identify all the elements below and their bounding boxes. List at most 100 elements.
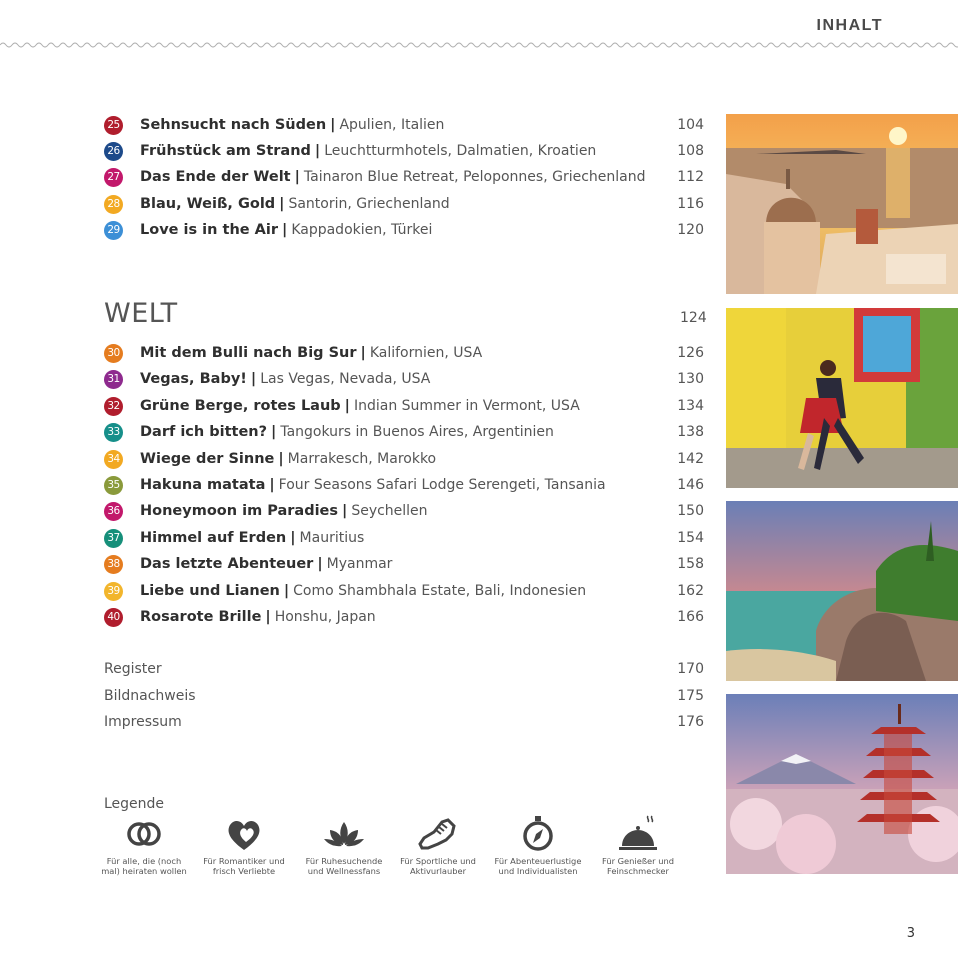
toc-entry[interactable]: 32 Grüne Berge, rotes Laub | Indian Summer …	[104, 395, 704, 417]
toc-entry[interactable]: 27 Das Ende der Welt | Tainaron Blue Retrea…	[104, 166, 704, 188]
lotus-icon	[324, 822, 364, 847]
page-number: 3	[906, 926, 915, 941]
compass-icon	[523, 816, 553, 851]
toc-entry[interactable]: 34 Wiege der Sinne | Marrakesch, Marokko 142	[104, 448, 704, 470]
toc-entry[interactable]: 35 Hakuna matata | Four Seasons Safari Lodg…	[104, 474, 704, 496]
title-separator: |	[294, 169, 300, 185]
chapter-number-badge: 27	[104, 167, 123, 187]
legend-item-wellness: Für Ruhesuchende und Wellnessfans	[296, 812, 392, 876]
title-separator: |	[250, 371, 257, 387]
title-separator: |	[314, 143, 321, 159]
chapter-number-badge: 29	[104, 220, 123, 240]
title-separator: |	[330, 117, 336, 133]
title-separator: |	[342, 503, 348, 519]
photo-japan-pagoda	[726, 694, 958, 874]
legend-label-line1: Für alle, die (noch	[106, 856, 182, 866]
page-header-title: INHALT	[816, 17, 883, 34]
chapter-location: Kalifornien, USA	[369, 345, 483, 361]
legend-label-line2: Aktivurlauber	[409, 866, 467, 876]
chapter-page: 138	[677, 424, 704, 440]
rings-icon	[127, 822, 161, 846]
chapter-number-badge: 39	[104, 581, 123, 601]
legend-label-line1: Für Romantiker und	[203, 856, 285, 866]
toc-entry[interactable]: 33 Darf ich bitten? | Tangokurs in Buenos A…	[104, 421, 704, 443]
chapter-page: 134	[677, 398, 704, 414]
chapter-number-badge: 25	[104, 115, 123, 135]
chapter-title: Mit dem Bulli nach Big Sur	[140, 345, 357, 361]
chapter-number-badge: 31	[104, 369, 123, 389]
sneaker-icon	[418, 818, 456, 850]
chapter-title: Grüne Berge, rotes Laub	[140, 398, 341, 414]
appendix-label: Bildnachweis	[104, 688, 196, 704]
legend-label-line1: Für Abenteuerlustige	[494, 856, 582, 866]
toc-entry[interactable]: 39 Liebe und Lianen | Como Shambhala Estate…	[104, 580, 704, 602]
legend-item-wedding: Für alle, die (noch mal) heiraten wollen	[96, 812, 192, 876]
title-separator: |	[269, 477, 275, 493]
photo-santorini	[726, 114, 958, 294]
chapter-location: Las Vegas, Nevada, USA	[260, 371, 431, 387]
chapter-number-badge: 33	[104, 422, 123, 442]
appendix-label: Register	[104, 661, 162, 677]
appendix-entry[interactable]: Bildnachweis 175	[104, 686, 704, 708]
chapter-number-badge: 34	[104, 449, 123, 469]
chapter-number-badge: 38	[104, 554, 123, 574]
title-separator: |	[344, 398, 350, 414]
chapter-page: 162	[677, 583, 704, 599]
toc-entry[interactable]: 37 Himmel auf Erden | Mauritius 154	[104, 527, 704, 549]
appendix-entry[interactable]: Impressum 176	[104, 712, 704, 734]
chapter-location: Seychellen	[351, 503, 428, 519]
toc-entry[interactable]: 29 Love is in the Air | Kappadokien, Türkei…	[104, 219, 704, 241]
chapter-title: Rosarote Brille	[140, 609, 262, 625]
chapter-number-badge: 32	[104, 396, 123, 416]
toc-entry[interactable]: 25 Sehnsucht nach Süden | Apulien, Italien 1…	[104, 114, 704, 136]
chapter-number-badge: 28	[104, 194, 123, 214]
title-separator: |	[271, 424, 277, 440]
section-heading-welt: WELT	[104, 298, 178, 329]
appendix-label: Impressum	[104, 714, 182, 730]
wavy-divider	[0, 42, 958, 48]
photo-tango	[726, 308, 958, 488]
toc-entry[interactable]: 28 Blau, Weiß, Gold | Santorin, Griechenlan…	[104, 193, 704, 215]
toc-entry[interactable]: 36 Honeymoon im Paradies | Seychellen 150	[104, 500, 704, 522]
legend-label-line2: frisch Verliebte	[212, 866, 276, 876]
toc-entry[interactable]: 26 Frühstück am Strand | Leuchtturmhotels, …	[104, 140, 704, 162]
chapter-location: Myanmar	[326, 556, 393, 572]
legend-label-line2: und Wellnessfans	[307, 866, 381, 876]
chapter-title: Darf ich bitten?	[140, 424, 268, 440]
chapter-page: 146	[677, 477, 704, 493]
chapter-title: Hakuna matata	[140, 477, 266, 493]
title-separator: |	[265, 609, 271, 625]
legend-title: Legende	[104, 796, 165, 812]
toc-entry[interactable]: 31 Vegas, Baby! | Las Vegas, Nevada, USA 130	[104, 368, 704, 390]
appendix-page: 175	[677, 688, 704, 704]
appendix-entry[interactable]: Register 170	[104, 659, 704, 681]
legend-item-gourmet: Für Genießer und Feinschmecker	[590, 812, 686, 876]
chapter-number-badge: 40	[104, 607, 123, 627]
chapter-location: Four Seasons Safari Lodge Serengeti, Tan…	[278, 477, 606, 493]
chapter-title: Honeymoon im Paradies	[140, 503, 339, 519]
legend-item-romance: Für Romantiker und frisch Verliebte	[196, 812, 292, 876]
title-separator: |	[360, 345, 366, 361]
chapter-title: Liebe und Lianen	[140, 583, 280, 599]
chapter-page: 130	[677, 371, 704, 387]
chapter-page: 120	[677, 222, 704, 238]
toc-entry[interactable]: 38 Das letzte Abenteuer | Myanmar 158	[104, 553, 704, 575]
appendix-page: 176	[677, 714, 704, 730]
chapter-title: Wiege der Sinne	[140, 451, 275, 467]
legend-label-line2: und Individualisten	[498, 866, 578, 876]
chapter-title: Das Ende der Welt	[140, 169, 291, 185]
chapter-number-badge: 36	[104, 501, 123, 521]
title-separator: |	[282, 222, 288, 238]
title-separator: |	[279, 196, 285, 212]
legend-label-line2: mal) heiraten wollen	[101, 866, 187, 876]
chapter-location: Santorin, Griechenland	[288, 196, 450, 212]
chapter-location: Tangokurs in Buenos Aires, Argentinien	[280, 424, 554, 440]
chapter-page: 108	[677, 143, 704, 159]
title-separator: |	[290, 530, 296, 546]
toc-entry[interactable]: 40 Rosarote Brille | Honshu, Japan 166	[104, 606, 704, 628]
chapter-location: Indian Summer in Vermont, USA	[353, 398, 580, 414]
toc-entry[interactable]: 30 Mit dem Bulli nach Big Sur | Kalifornien…	[104, 342, 704, 364]
legend-label-line1: Für Ruhesuchende	[305, 856, 383, 866]
chapter-location: Como Shambhala Estate, Bali, Indonesien	[293, 583, 587, 599]
chapter-page: 112	[677, 169, 704, 185]
